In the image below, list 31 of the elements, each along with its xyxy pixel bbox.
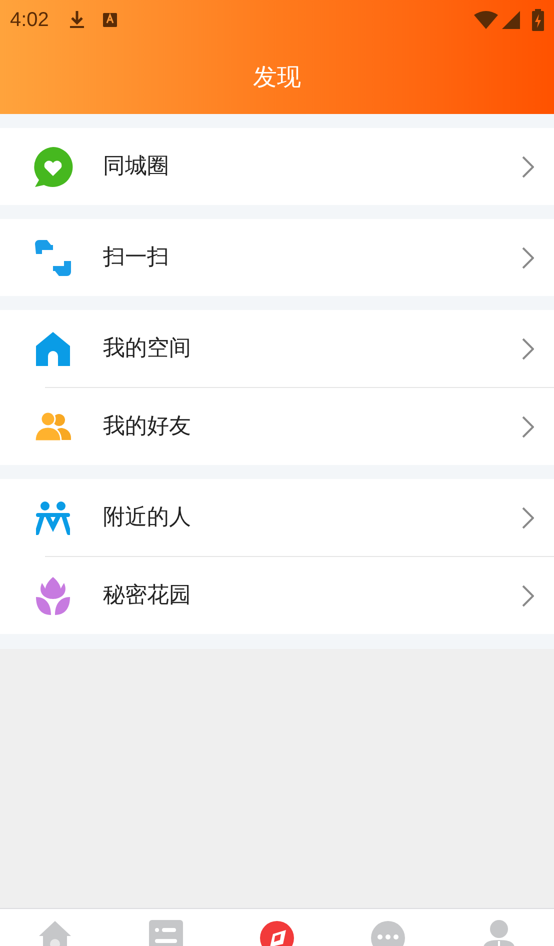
menu-row[interactable]: 我的空间	[0, 310, 554, 387]
battery-icon	[532, 9, 544, 31]
chevron-right-icon	[522, 338, 534, 360]
chevron-right-icon	[522, 156, 534, 178]
download-icon	[68, 11, 85, 29]
scan-icon	[34, 240, 72, 276]
wifi-icon	[474, 10, 498, 30]
chat-heart-icon	[32, 146, 74, 188]
flower-icon	[35, 576, 71, 614]
signal-icon	[502, 11, 520, 29]
chevron-right-icon	[522, 246, 534, 268]
menu-row[interactable]: 扫一扫	[0, 219, 554, 296]
row-label: 我的好友	[103, 413, 191, 441]
chevron-right-icon	[522, 584, 534, 606]
row-label: 同城圈	[103, 153, 169, 181]
two-figures-icon	[36, 500, 70, 534]
keyboard-icon	[102, 12, 117, 28]
row-label: 秘密花园	[103, 582, 191, 610]
people-icon	[35, 412, 71, 442]
house-icon	[35, 330, 71, 366]
chevron-right-icon	[522, 416, 534, 438]
menu-row[interactable]: 附近的人	[0, 479, 554, 556]
menu-row[interactable]: 秘密花园	[0, 557, 554, 634]
menu-row[interactable]: 我的好友	[0, 388, 554, 465]
row-label: 扫一扫	[103, 244, 169, 272]
status-time: 4:02	[10, 8, 49, 33]
menu-row[interactable]: 同城圈	[0, 128, 554, 205]
row-label: 附近的人	[103, 504, 191, 532]
row-label: 我的空间	[103, 335, 191, 363]
chevron-right-icon	[522, 506, 534, 528]
page-title: 发现	[253, 62, 301, 93]
